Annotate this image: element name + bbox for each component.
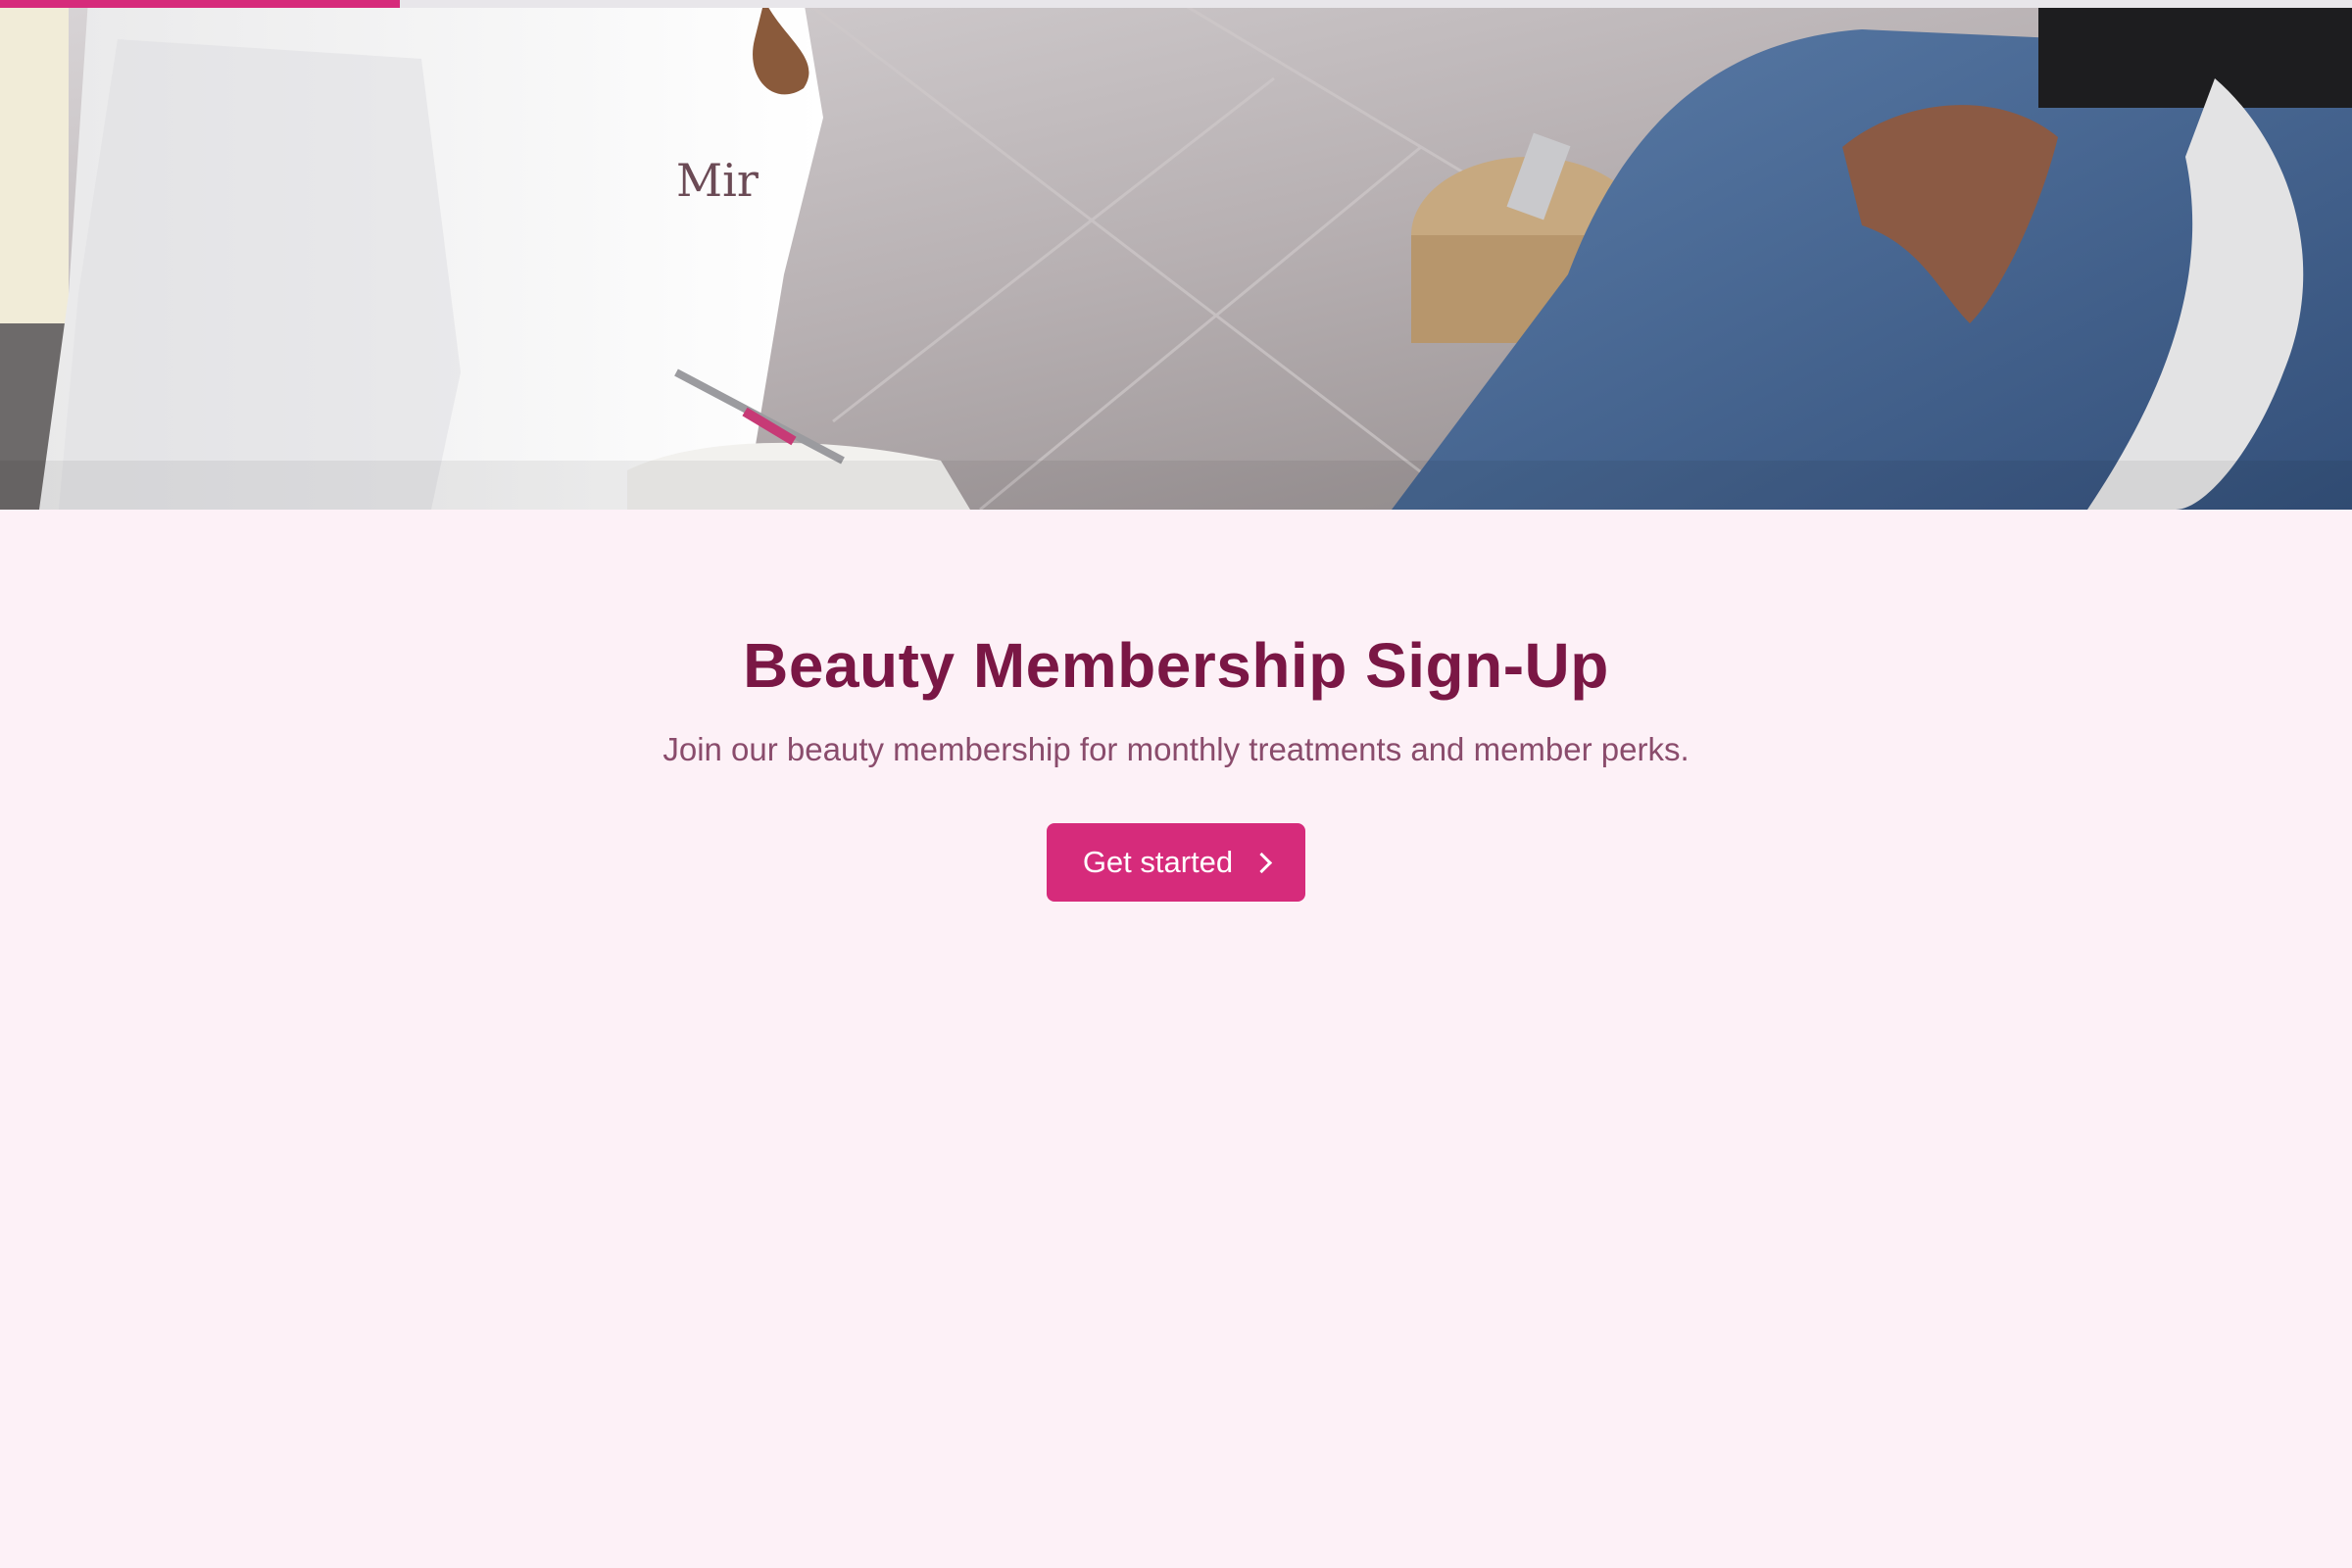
progress-bar-fill — [0, 0, 400, 8]
hero-photo-illustration: Mir — [0, 0, 2352, 510]
page-title: Beauty Membership Sign-Up — [743, 630, 1609, 701]
chevron-right-icon — [1251, 852, 1273, 873]
progress-bar — [0, 0, 2352, 8]
shirt-logo-text: Mir — [676, 154, 759, 207]
get-started-button[interactable]: Get started — [1047, 823, 1305, 902]
get-started-label: Get started — [1082, 845, 1234, 879]
page-subtitle: Join our beauty membership for monthly t… — [662, 731, 1690, 767]
hero-image: Mir — [0, 0, 2352, 510]
